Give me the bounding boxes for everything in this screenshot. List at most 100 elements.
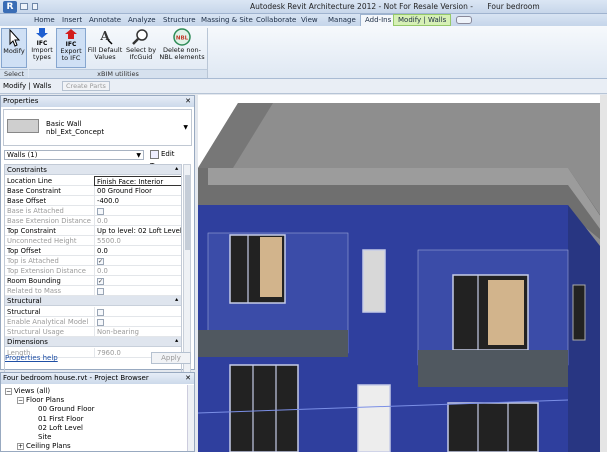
- tab-insert[interactable]: Insert: [58, 15, 86, 26]
- panel-select-label: Select: [0, 69, 28, 78]
- property-name: Top Constraint: [7, 227, 56, 235]
- tab-view[interactable]: View: [297, 15, 322, 26]
- tree-item[interactable]: − Views (all): [5, 387, 50, 395]
- property-row: Base Constraint 00 Ground Floor: [5, 186, 181, 196]
- property-value: [94, 317, 181, 327]
- browser-scrollbar[interactable]: [187, 385, 194, 451]
- section-header[interactable]: Constraints ⯅: [5, 165, 181, 175]
- properties-help-link[interactable]: Properties help: [5, 354, 58, 362]
- tab-collaborate[interactable]: Collaborate: [252, 15, 300, 26]
- type-selector[interactable]: Basic Wall nbl_Ext_Concept ▼: [3, 109, 192, 146]
- side-window: [572, 284, 586, 341]
- property-name: Top is Attached: [7, 257, 59, 265]
- checkbox[interactable]: ✓: [97, 277, 104, 285]
- property-value[interactable]: 00 Ground Floor: [94, 186, 181, 196]
- project-browser-header: Four bedroom house.rvt - Project Browser…: [1, 373, 194, 384]
- property-name: Structural Usage: [7, 328, 64, 336]
- window-title: Autodesk Revit Architecture 2012 - Not F…: [250, 2, 540, 11]
- import-types-button[interactable]: IFC Import types: [29, 28, 55, 68]
- window-interior: [260, 237, 282, 297]
- type-name: nbl_Ext_Concept: [46, 128, 105, 136]
- create-parts-button[interactable]: Create Parts: [62, 81, 110, 91]
- checkbox: [97, 207, 104, 215]
- tree-item-label: Ceiling Plans: [26, 442, 71, 451]
- property-name: Base Constraint: [7, 187, 61, 195]
- tab-annotate[interactable]: Annotate: [85, 15, 125, 26]
- edit-type-button[interactable]: Edit Type: [148, 148, 194, 170]
- quick-access-icon[interactable]: [20, 3, 28, 10]
- tree-item-label: 02 Loft Level: [38, 423, 83, 432]
- tab-massing-site[interactable]: Massing & Site: [197, 15, 257, 26]
- expand-icon[interactable]: +: [17, 442, 24, 450]
- properties-title: Properties: [3, 97, 39, 105]
- property-value[interactable]: -400.0: [94, 196, 181, 206]
- instance-filter-dropdown[interactable]: Walls (1) ▼: [4, 150, 144, 160]
- tree-item[interactable]: 01 First Floor: [29, 415, 84, 423]
- floor-slab: [198, 330, 348, 357]
- 3d-viewport[interactable]: [198, 95, 607, 452]
- property-value[interactable]: Up to level: 02 Loft Level: [94, 226, 181, 236]
- tree-item[interactable]: 02 Loft Level: [29, 424, 83, 432]
- select-by-ifcguid-button[interactable]: Select by IfcGuid: [125, 28, 157, 68]
- collapse-icon[interactable]: ⯅: [174, 337, 179, 347]
- apply-button[interactable]: Apply: [151, 352, 191, 364]
- building-3d-view[interactable]: [198, 95, 607, 452]
- window-lower-left: [229, 364, 299, 452]
- scrollbar-thumb[interactable]: [185, 175, 190, 250]
- tab-manage[interactable]: Manage: [324, 15, 360, 26]
- fill-default-values-button[interactable]: A Fill Default Values: [87, 28, 123, 68]
- chevron-down-icon: ▼: [136, 152, 141, 159]
- property-value[interactable]: 0.0: [94, 246, 181, 256]
- chevron-down-icon[interactable]: ▼: [183, 124, 188, 131]
- property-row: Location Line Finish Face: Interior: [5, 176, 181, 186]
- property-value: 0.0: [94, 266, 181, 276]
- tab-modify-walls[interactable]: Modify | Walls: [393, 14, 452, 26]
- revit-logo-icon[interactable]: R: [3, 1, 17, 13]
- property-value: [94, 206, 181, 216]
- collapse-icon[interactable]: −: [17, 396, 24, 404]
- property-value[interactable]: [94, 307, 181, 317]
- tree-item[interactable]: Site: [29, 433, 51, 441]
- close-icon[interactable]: ✕: [185, 373, 191, 384]
- property-value: [94, 286, 181, 296]
- property-row: Enable Analytical Model: [5, 317, 181, 327]
- section-header[interactable]: Dimensions ⯅: [5, 337, 181, 347]
- delete-non-nbl-label: Delete non-NBL elements: [159, 46, 205, 61]
- collapse-icon[interactable]: ⯅: [174, 165, 179, 175]
- collapse-icon[interactable]: ⯅: [174, 296, 179, 306]
- tree-item[interactable]: − Floor Plans: [17, 396, 64, 404]
- property-value[interactable]: Finish Face: Interior: [94, 176, 181, 186]
- instance-filter-value: Walls (1): [7, 151, 38, 159]
- collapse-icon[interactable]: −: [5, 387, 12, 395]
- tab-home[interactable]: Home: [30, 15, 59, 26]
- tab-structure[interactable]: Structure: [159, 15, 200, 26]
- viewport-scrollbar[interactable]: [600, 95, 607, 452]
- properties-header: Properties ✕: [1, 96, 194, 107]
- tab-analyze[interactable]: Analyze: [124, 15, 160, 26]
- ribbon-minimize-icon[interactable]: [456, 16, 472, 24]
- project-browser: Four bedroom house.rvt - Project Browser…: [0, 372, 195, 452]
- project-browser-title: Four bedroom house.rvt - Project Browser: [3, 374, 149, 382]
- property-value[interactable]: ✓: [94, 276, 181, 286]
- tree-item[interactable]: 00 Ground Floor: [29, 405, 95, 413]
- section-header[interactable]: Structural ⯅: [5, 296, 181, 306]
- property-row: Top Constraint Up to level: 02 Loft Level: [5, 226, 181, 236]
- panel-xbim-label: xBIM utilities: [29, 69, 207, 78]
- close-icon[interactable]: ✕: [185, 96, 191, 107]
- tab-add-ins[interactable]: Add-Ins: [360, 14, 397, 26]
- property-value: ✓: [94, 256, 181, 266]
- property-value: 5500.0: [94, 236, 181, 246]
- property-row: Base is Attached: [5, 206, 181, 216]
- ifc-import-icon: IFC: [36, 28, 48, 46]
- modify-button[interactable]: Modify: [1, 28, 27, 68]
- floor-slab: [418, 350, 568, 387]
- export-ifc-button[interactable]: IFC Export to IFC: [56, 28, 86, 68]
- tree-item-label: 01 First Floor: [38, 414, 84, 423]
- property-name: Room Bounding: [7, 277, 61, 285]
- checkbox[interactable]: [97, 308, 104, 316]
- tree-item[interactable]: + Ceiling Plans: [17, 442, 71, 450]
- svg-text:NBL: NBL: [176, 36, 189, 42]
- save-icon[interactable]: [32, 3, 38, 10]
- ribbon-tabs: Home Insert Annotate Analyze Structure M…: [0, 14, 607, 26]
- delete-non-nbl-button[interactable]: NBL Delete non-NBL elements: [158, 28, 206, 68]
